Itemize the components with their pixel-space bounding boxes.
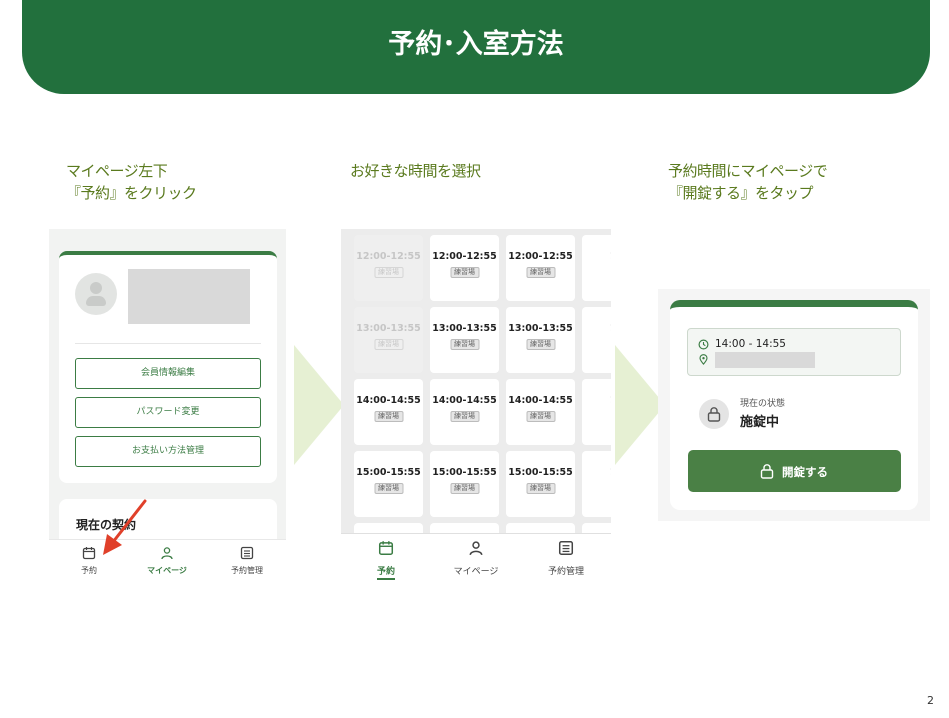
timeslot-card[interactable]: 14:00-14:55 練習場 (354, 379, 423, 445)
unlock-button-label: 開錠する (782, 465, 828, 479)
timeslot-card[interactable]: 15:00-15:55 練習場 (430, 451, 499, 517)
status-value: 施錠中 (740, 415, 780, 430)
timeslot-card[interactable]: 14:00-14:55 練習場 (430, 379, 499, 445)
mypage-screenshot: 会員情報編集 パスワード変更 お支払い方法管理 現在の契約 予約 マイページ 予… (49, 229, 286, 581)
page-number: 2 (927, 694, 934, 707)
list-icon (558, 540, 574, 556)
lock-status-badge (699, 399, 729, 429)
timeslot-time: 14:00-14:55 (508, 395, 573, 406)
timeslot-tag: 練習場 (374, 267, 403, 278)
timeslot-tag: 練習場 (374, 411, 403, 422)
pointer-arrow-icon (103, 499, 147, 555)
timeslot-time: 14:00-14:55 (432, 395, 497, 406)
location-pin-icon (699, 354, 708, 365)
timeslot-card[interactable]: 14:00-14:55 練習場 (506, 379, 575, 445)
timeslot-tag: 練習場 (374, 483, 403, 494)
timeslot-card[interactable]: 15:00-15:55 練習場 (506, 451, 575, 517)
timeslot-card: 13:00-13:55 練習場 (354, 307, 423, 373)
reservation-card: 14:00 - 14:55 現在の状態 施錠中 開錠する (670, 300, 918, 510)
timeslot-tag: 練習場 (526, 267, 555, 278)
step-3-line-1: 予約時間にマイページで (668, 162, 828, 180)
timeslot-screenshot: 12:00-12:55 練習場 12:00-12:55 練習場 12:00-12:55 練… (341, 229, 611, 581)
timeslot-card: 12:00-12:55 練習場 (354, 235, 423, 301)
timeslot-tag: 練習場 (450, 339, 479, 350)
timeslot-card[interactable]: 12 (582, 235, 611, 301)
step-1-caption: マイページ左下 『予約』をクリック (66, 160, 197, 204)
timeslot-card[interactable]: 13:00-13:55 練習場 (430, 307, 499, 373)
status-label: 現在の状態 (740, 399, 786, 409)
timeslot-time: 13:00-13:55 (432, 323, 497, 334)
user-icon (469, 541, 483, 556)
step-3-line-2: 『開錠する』をタップ (668, 184, 814, 202)
timeslot-time: 14 (582, 395, 611, 406)
step-1-line-2: 『予約』をクリック (66, 184, 197, 202)
timeslot-time: 13:00-13:55 (356, 323, 421, 334)
timeslot-time: 12:00-12:55 (432, 251, 497, 262)
nav-reserve[interactable]: 予約 (341, 534, 431, 581)
timeslot-tag: 練習場 (374, 339, 403, 350)
timeslot-time: 12:00-12:55 (508, 251, 573, 262)
timeslot-tag: 練習場 (450, 483, 479, 494)
step-3-caption: 予約時間にマイページで 『開錠する』をタップ (668, 160, 828, 204)
timeslot-card[interactable]: 15:00-15:55 練習場 (354, 451, 423, 517)
timeslot-time: 15 (582, 467, 611, 478)
timeslot-card[interactable]: 13:00-13:55 練習場 (506, 307, 575, 373)
timeslot-tag: 練習場 (526, 339, 555, 350)
unlock-icon (760, 464, 774, 479)
timeslot-time: 13:00-13:55 (508, 323, 573, 334)
reservation-time: 14:00 - 14:55 (715, 338, 786, 350)
timeslot-tag: 練習場 (526, 483, 555, 494)
timeslot-time: 15:00-15:55 (432, 467, 497, 478)
clock-icon (698, 339, 709, 350)
timeslot-tag: 練習場 (526, 411, 555, 422)
nav-manage[interactable]: 予約管理 (521, 534, 611, 581)
nav-mypage-label: マイページ (453, 567, 499, 577)
timeslot-time: 14:00-14:55 (356, 395, 421, 406)
timeslot-card[interactable]: 12:00-12:55 練習場 (506, 235, 575, 301)
timeslot-time: 15:00-15:55 (356, 467, 421, 478)
reservation-info: 14:00 - 14:55 (687, 328, 901, 376)
timeslot-time: 12:00-12:55 (356, 251, 421, 262)
step-2-caption: お好きな時間を選択 (350, 160, 481, 182)
flow-arrow-1 (294, 345, 344, 465)
timeslot-card[interactable]: 12:00-12:55 練習場 (430, 235, 499, 301)
timeslot-card[interactable]: 13 (582, 307, 611, 373)
nav-mypage[interactable]: マイページ (431, 534, 521, 581)
timeslot-time: 12 (582, 251, 611, 262)
unlock-button[interactable]: 開錠する (688, 450, 901, 492)
active-tab-indicator (377, 578, 395, 580)
lock-icon (707, 407, 721, 422)
timeslot-card[interactable]: 15 (582, 451, 611, 517)
step-2-line-1: お好きな時間を選択 (350, 162, 481, 180)
nav-manage-label: 予約管理 (547, 567, 584, 577)
timeslot-tag: 練習場 (450, 267, 479, 278)
bottom-nav: 予約 マイページ 予約管理 (341, 533, 611, 581)
timeslot-card[interactable]: 14 (582, 379, 611, 445)
step-1-line-1: マイページ左下 (66, 162, 168, 180)
timeslot-time: 13 (582, 323, 611, 334)
title-banner: 予約･入室方法 (22, 0, 930, 94)
redacted-address (715, 352, 815, 368)
timeslot-tag: 練習場 (450, 411, 479, 422)
nav-reserve-label: 予約 (376, 567, 395, 577)
calendar-icon (378, 541, 394, 556)
unlock-screenshot: 14:00 - 14:55 現在の状態 施錠中 開錠する (658, 289, 930, 521)
page-title: 予約･入室方法 (388, 29, 564, 60)
timeslot-time: 15:00-15:55 (508, 467, 573, 478)
